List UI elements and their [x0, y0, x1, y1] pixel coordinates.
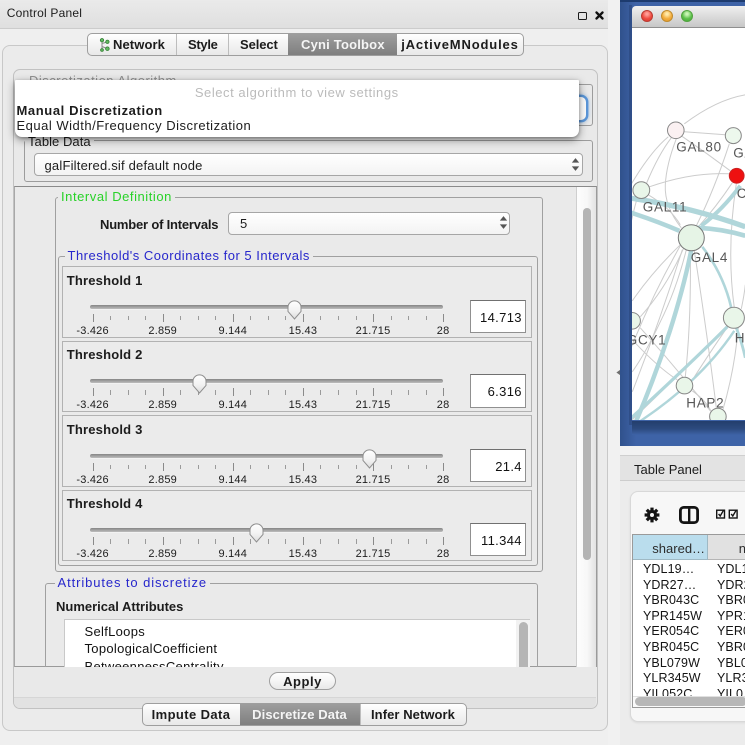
svg-text:GAL80: GAL80	[676, 139, 721, 154]
svg-text:C: C	[736, 186, 744, 201]
svg-text:GCY1: GCY1	[632, 332, 666, 347]
svg-text:HI: HI	[734, 330, 744, 345]
svg-text:GAL4: GAL4	[690, 250, 727, 265]
svg-text:GAL11: GAL11	[642, 199, 686, 214]
svg-text:GA: GA	[733, 145, 745, 160]
svg-text:HAP2: HAP2	[686, 395, 724, 410]
